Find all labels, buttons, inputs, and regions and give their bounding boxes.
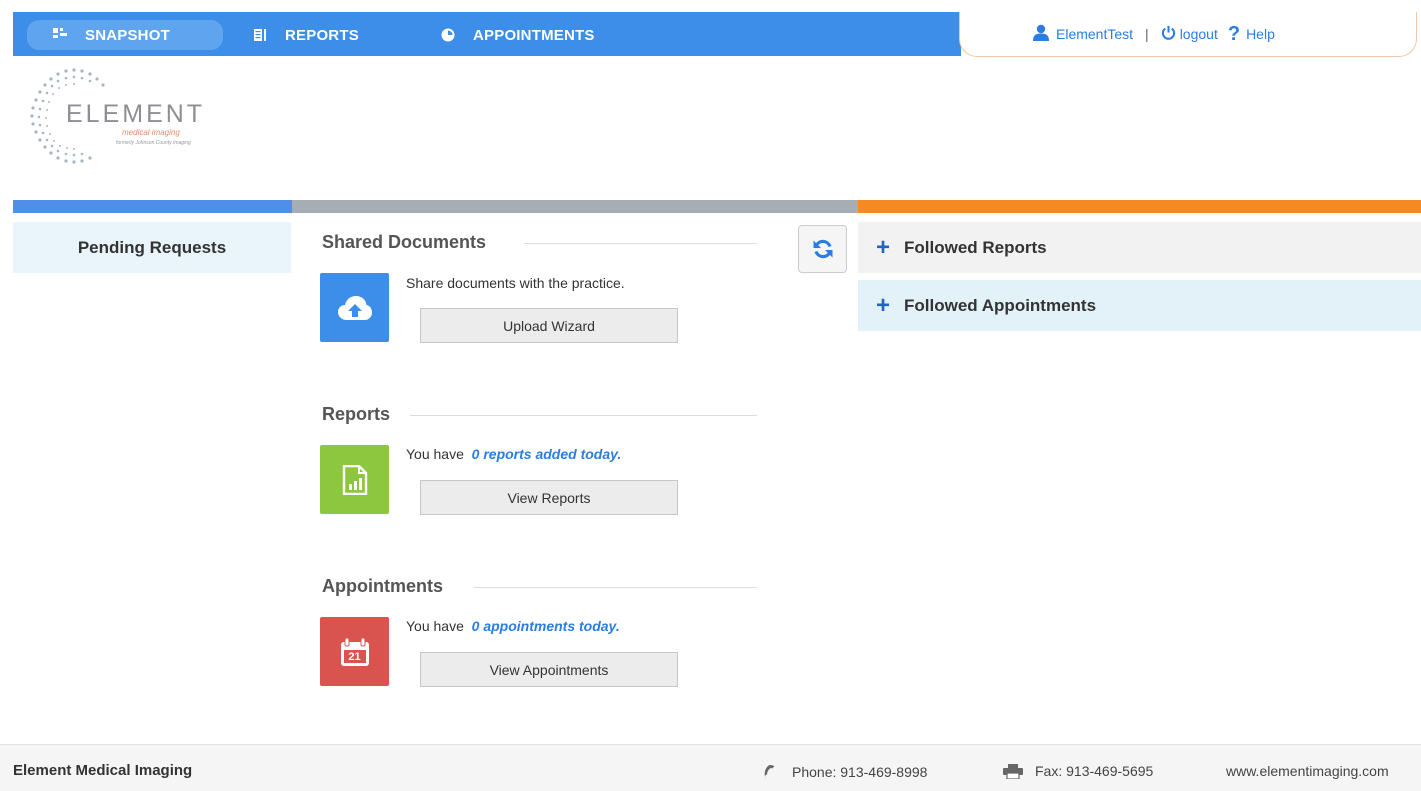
- reports-today-count[interactable]: 0 reports added today.: [472, 446, 622, 462]
- cloud-upload-icon: [337, 295, 372, 320]
- username-link[interactable]: ElementTest: [1056, 26, 1133, 42]
- element-logo: ELEMENT medical imaging formerly Johnson…: [22, 64, 222, 168]
- calendar-day: 21: [348, 651, 361, 663]
- user-icon[interactable]: [1032, 24, 1050, 44]
- footer-company-name: Element Medical Imaging: [13, 762, 193, 779]
- help-icon[interactable]: ?: [1228, 23, 1240, 46]
- expand-plus-icon: +: [876, 291, 891, 319]
- reports-summary-prefix: You have: [406, 446, 464, 462]
- logo-tagline: formerly Johnson County Imaging: [116, 140, 191, 146]
- nav-appointments-label: APPOINTMENTS: [473, 26, 595, 44]
- section-divider: [474, 587, 757, 588]
- footer-phone: Phone: 913-469-8998: [763, 763, 927, 780]
- left-column-bar: [13, 200, 292, 213]
- reports-summary: You have 0 reports added today.: [406, 446, 621, 462]
- help-link[interactable]: Help: [1246, 26, 1275, 42]
- refresh-icon: [813, 239, 832, 259]
- clock-icon: [441, 28, 455, 42]
- followed-reports-label: Followed Reports: [904, 237, 1047, 257]
- section-divider: [524, 243, 757, 244]
- phone-icon: [764, 765, 775, 779]
- appointments-tile: 21: [320, 617, 389, 686]
- expand-plus-icon: +: [876, 233, 891, 261]
- upload-wizard-button[interactable]: Upload Wizard: [420, 308, 678, 343]
- section-divider: [410, 415, 757, 416]
- view-reports-button[interactable]: View Reports: [420, 480, 678, 515]
- middle-column-bar: [292, 200, 858, 213]
- fax-icon: [1003, 763, 1023, 779]
- logo-title: ELEMENT: [66, 100, 206, 128]
- footer: Element Medical Imaging Phone: 913-469-8…: [0, 744, 1421, 791]
- nav-reports-label: REPORTS: [285, 26, 359, 44]
- shared-documents-description: Share documents with the practice.: [406, 275, 625, 291]
- footer-phone-text: Phone: 913-469-8998: [792, 763, 928, 780]
- nav-snapshot-label: SNAPSHOT: [85, 26, 170, 44]
- appointments-summary: You have 0 appointments today.: [406, 618, 620, 634]
- logo-subtitle: medical imaging: [122, 128, 180, 137]
- reports-tile: [320, 445, 389, 514]
- dashboard-icon: [53, 28, 67, 42]
- user-menu: ElementTest | logout ? Help: [959, 12, 1417, 57]
- right-column-bar: [858, 200, 1421, 213]
- menu-separator: |: [1145, 26, 1149, 42]
- footer-website[interactable]: www.elementimaging.com: [1226, 763, 1421, 779]
- power-icon[interactable]: [1161, 25, 1176, 43]
- upload-tile: [320, 273, 389, 342]
- followed-appointments-panel[interactable]: + Followed Appointments: [858, 280, 1421, 331]
- report-chart-icon: [342, 464, 367, 495]
- pending-requests-header[interactable]: Pending Requests: [13, 222, 291, 273]
- shared-documents-title: Shared Documents: [322, 232, 487, 252]
- top-nav-bar: SNAPSHOT REPORTS APPOINTMENTS: [13, 12, 961, 56]
- appointments-title: Appointments: [322, 576, 443, 596]
- followed-appointments-label: Followed Appointments: [904, 295, 1097, 315]
- nav-appointments[interactable]: APPOINTMENTS: [441, 20, 595, 50]
- footer-fax-text: Fax: 913-469-5695: [1035, 763, 1154, 779]
- footer-website-text[interactable]: www.elementimaging.com: [1226, 763, 1389, 779]
- document-icon: [253, 28, 267, 42]
- appointments-summary-prefix: You have: [406, 618, 464, 634]
- appointments-today-count[interactable]: 0 appointments today.: [472, 618, 620, 634]
- nav-reports[interactable]: REPORTS: [253, 20, 359, 50]
- footer-fax: Fax: 913-469-5695: [1003, 763, 1153, 779]
- refresh-button[interactable]: [798, 225, 847, 273]
- followed-reports-panel[interactable]: + Followed Reports: [858, 222, 1421, 273]
- nav-snapshot[interactable]: SNAPSHOT: [27, 20, 223, 50]
- logout-link[interactable]: logout: [1180, 26, 1218, 42]
- view-appointments-button[interactable]: View Appointments: [420, 652, 678, 687]
- reports-title: Reports: [322, 404, 391, 424]
